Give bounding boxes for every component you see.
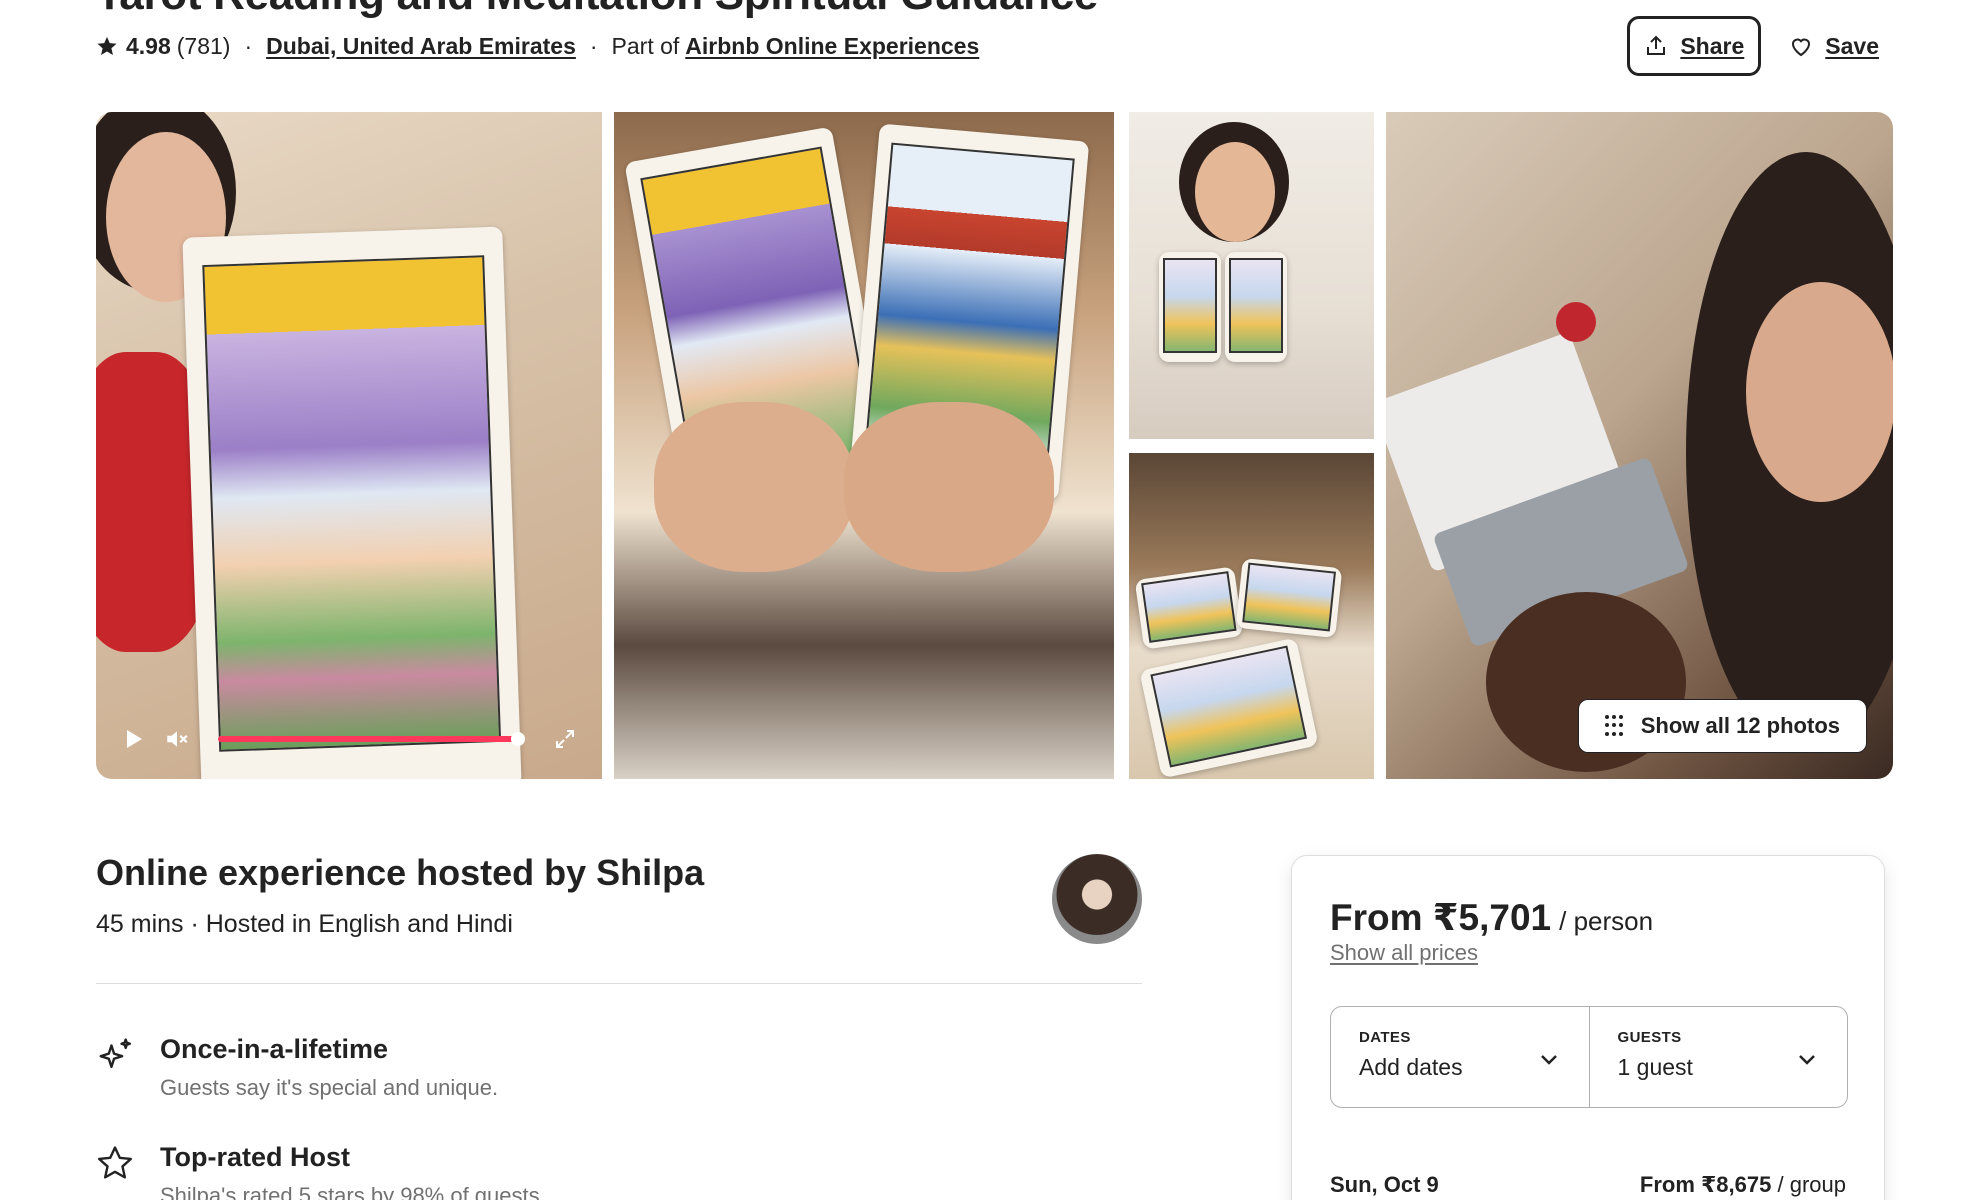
guests-label: GUESTS bbox=[1617, 1029, 1682, 1046]
slot-price: From ₹8,675 bbox=[1639, 1172, 1772, 1197]
tarot-card bbox=[1139, 637, 1319, 779]
slot-date: Sun, Oct 9 bbox=[1330, 1172, 1439, 1197]
share-icon bbox=[1647, 35, 1666, 55]
booking-card: From ₹5,701 / person Show all prices DAT… bbox=[1291, 855, 1885, 1200]
video-tile[interactable] bbox=[96, 112, 602, 779]
section-divider bbox=[96, 983, 1142, 984]
host-heading: Online experience hosted by Shilpa bbox=[96, 852, 705, 893]
highlight-item: Top-rated Host Shilpa's rated 5 stars by… bbox=[96, 1142, 546, 1200]
guests-selector[interactable]: GUESTS 1 guest bbox=[1588, 1007, 1848, 1107]
mute-icon[interactable] bbox=[164, 726, 190, 752]
slot-price-group: From ₹8,675 / group bbox=[1640, 1172, 1846, 1198]
tarot-card bbox=[1235, 557, 1343, 639]
play-icon[interactable] bbox=[120, 726, 146, 752]
photo-two-cards[interactable] bbox=[614, 112, 1114, 779]
heart-icon bbox=[1792, 38, 1811, 57]
share-label: Share bbox=[1680, 32, 1745, 59]
highlight-description: Shilpa's rated 5 stars by 98% of guests. bbox=[160, 1183, 546, 1200]
video-controls bbox=[96, 699, 602, 779]
show-all-prices-link[interactable]: Show all prices bbox=[1330, 940, 1478, 966]
review-count[interactable]: (781) bbox=[177, 33, 231, 60]
rating-value: 4.98 bbox=[126, 32, 171, 59]
left-hand bbox=[654, 402, 854, 572]
host-face bbox=[1746, 282, 1893, 502]
star-icon bbox=[97, 36, 117, 55]
video-progress-bar[interactable] bbox=[218, 732, 525, 746]
tarot-card bbox=[1225, 252, 1287, 362]
share-button[interactable]: Share bbox=[1627, 16, 1762, 76]
star-outline-icon bbox=[98, 1146, 132, 1179]
location-link[interactable]: Dubai, United Arab Emirates bbox=[266, 33, 576, 60]
host-subtitle: 45 mins · Hosted in English and Hindi bbox=[96, 910, 513, 938]
save-label: Save bbox=[1825, 32, 1879, 59]
save-button[interactable]: Save bbox=[1775, 16, 1893, 76]
online-experiences-link[interactable]: Airbnb Online Experiences bbox=[685, 33, 979, 60]
highlight-item: Once-in-a-lifetime Guests say it's speci… bbox=[96, 1034, 498, 1101]
photo-host-laptop[interactable]: Show all 12 photos bbox=[1386, 112, 1893, 779]
header-actions: Share Save bbox=[1627, 16, 1893, 76]
price-line: From ₹5,701 / person bbox=[1330, 896, 1653, 939]
video-progress-fill bbox=[218, 736, 518, 742]
fullscreen-icon[interactable] bbox=[552, 726, 578, 752]
grid-icon bbox=[1604, 715, 1627, 737]
separator-dot: · bbox=[589, 32, 598, 59]
experience-meta-row: 4.98 (781) · Dubai, United Arab Emirates… bbox=[96, 28, 979, 64]
chevron-down-icon bbox=[1540, 1055, 1557, 1065]
highlight-title: Top-rated Host bbox=[160, 1142, 350, 1172]
photo-card-spread[interactable] bbox=[1129, 453, 1374, 779]
sparkles-icon bbox=[99, 1038, 132, 1069]
highlight-description: Guests say it's special and unique. bbox=[160, 1075, 499, 1100]
date-guest-picker: DATES Add dates GUESTS 1 guest bbox=[1330, 1006, 1848, 1108]
tarot-card bbox=[1134, 566, 1244, 650]
host-face bbox=[1195, 142, 1275, 242]
dates-selector[interactable]: DATES Add dates bbox=[1331, 1007, 1589, 1107]
red-flower bbox=[1556, 302, 1596, 342]
slot-unit: / group bbox=[1777, 1172, 1847, 1197]
show-all-photos-button[interactable]: Show all 12 photos bbox=[1577, 699, 1867, 753]
price-unit: / person bbox=[1559, 906, 1654, 936]
show-all-photos-label: Show all 12 photos bbox=[1640, 713, 1840, 738]
separator-dot: · bbox=[244, 32, 253, 59]
video-progress-knob[interactable] bbox=[510, 732, 525, 746]
availability-slot[interactable]: Sun, Oct 9 From ₹8,675 / group bbox=[1330, 1172, 1846, 1198]
chevron-down-icon bbox=[1799, 1055, 1815, 1065]
part-of-label: Part of bbox=[611, 32, 680, 59]
lovers-card bbox=[182, 226, 522, 779]
right-hand bbox=[844, 402, 1054, 572]
tarot-card bbox=[1159, 252, 1221, 362]
host-avatar[interactable] bbox=[1052, 854, 1142, 944]
price-value: From ₹5,701 bbox=[1330, 897, 1552, 938]
dates-label: DATES bbox=[1359, 1029, 1411, 1046]
experience-title: Tarot Reading and Meditation Spiritual G… bbox=[96, 0, 1098, 20]
highlight-title: Once-in-a-lifetime bbox=[160, 1034, 389, 1064]
photo-gallery: Show all 12 photos bbox=[96, 112, 1893, 779]
photo-host-holding-cards[interactable] bbox=[1129, 112, 1374, 439]
